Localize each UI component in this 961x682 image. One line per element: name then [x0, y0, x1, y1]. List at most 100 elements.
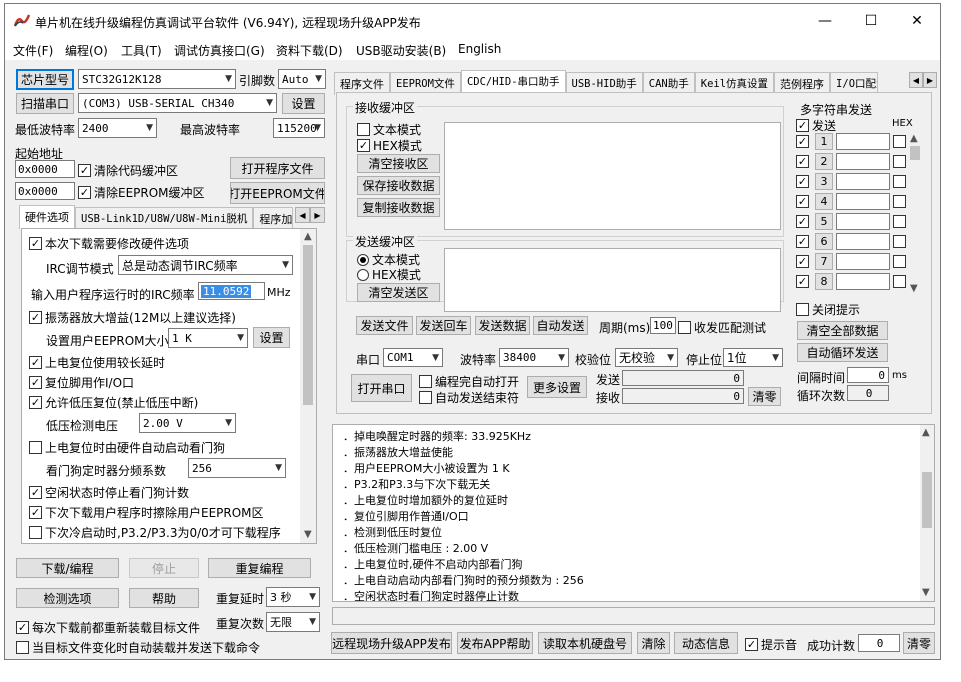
log-output-area[interactable]: ．掉电唤醒定时器的频率: 33.925KHz ．振荡器放大增益使能 ．用户EEPRO… [332, 424, 935, 602]
tab-hardware-options[interactable]: 硬件选项 [19, 205, 75, 229]
copy-rx-button[interactable]: 复制接收数据 [357, 198, 440, 217]
repeat-count-select[interactable]: 无限 ▼ [266, 612, 320, 632]
checkbox-checked-icon[interactable]: ✓ [796, 135, 809, 148]
multi-send-text-input[interactable] [836, 233, 890, 250]
eeprom-size-set-button[interactable]: 设置 [253, 327, 290, 348]
open-program-button[interactable]: 打开程序文件 [230, 157, 325, 179]
multi-send-index-button[interactable]: 6 [815, 233, 833, 250]
idle-stop-wdt-checkbox[interactable]: ✓ 空闲状态时停止看门狗计数 [29, 484, 189, 501]
menu-tools[interactable]: 工具(T) [121, 42, 162, 59]
pin-count-select[interactable]: Auto ▼ [278, 69, 326, 89]
scrollbar-thumb[interactable] [910, 146, 920, 160]
multi-send-index-button[interactable]: 5 [815, 213, 833, 230]
check-options-button[interactable]: 检测选项 [16, 588, 119, 608]
rx-hex-mode-checkbox[interactable]: ✓ HEX模式 [357, 137, 422, 154]
checkbox-checked-icon[interactable]: ✓ [796, 275, 809, 288]
multi-send-text-input[interactable] [836, 193, 890, 210]
clear-count-button[interactable]: 清零 [748, 387, 781, 406]
match-test-checkbox[interactable]: 收发匹配测试 [678, 319, 766, 336]
checkbox-checked-icon[interactable]: ✓ [796, 155, 809, 168]
multi-send-scrollbar[interactable]: ▲ ▼ [908, 131, 922, 296]
clear-eeprom-checkbox[interactable]: ✓ 清除EEPROM缓冲区 [78, 184, 205, 201]
auto-end-checkbox[interactable]: 自动发送结束符 [419, 389, 519, 406]
tab-scroll-right-icon[interactable]: ▶ [923, 72, 937, 88]
wdt-prescaler-select[interactable]: 256 ▼ [188, 458, 286, 478]
menu-english[interactable]: English [458, 42, 501, 56]
rx-data-area[interactable] [444, 122, 781, 230]
p32-p33-checkbox[interactable]: 下次冷启动时,P3.2/P3.3为0/0才可下载程序 [29, 524, 281, 541]
auto-send-button[interactable]: 自动发送 [533, 316, 588, 335]
open-eeprom-button[interactable]: 打开EEPROM文件 [230, 182, 325, 204]
read-disk-id-button[interactable]: 读取本机硬盘号 [538, 632, 632, 654]
port-settings-button[interactable]: 设置 [282, 93, 325, 114]
reset-pin-io-checkbox[interactable]: ✓ 复位脚用作I/O口 [29, 374, 134, 391]
checkbox-empty-icon[interactable] [893, 135, 906, 148]
beep-checkbox[interactable]: ✓ 提示音 [745, 636, 797, 653]
checkbox-checked-icon[interactable]: ✓ [796, 215, 809, 228]
eeprom-size-select[interactable]: 1 K ▼ [168, 328, 248, 348]
close-button[interactable]: ✕ [894, 4, 940, 38]
tab-scroll-left-icon[interactable]: ◀ [909, 72, 923, 88]
multi-send-text-input[interactable] [836, 213, 890, 230]
maximize-button[interactable]: ☐ [848, 4, 894, 38]
scroll-down-icon[interactable]: ▼ [304, 529, 312, 540]
multi-send-text-input[interactable] [836, 153, 890, 170]
interval-input[interactable]: 0 [847, 367, 889, 383]
checkbox-empty-icon[interactable] [893, 215, 906, 228]
multi-send-text-input[interactable] [836, 133, 890, 150]
minimize-button[interactable]: — [802, 4, 848, 38]
auto-load-checkbox[interactable]: 当目标文件变化时自动装载并发送下载命令 [16, 639, 260, 656]
publish-help-button[interactable]: 发布APP帮助 [457, 632, 533, 654]
irc-mode-select[interactable]: 总是动态调节IRC频率 ▼ [118, 255, 293, 275]
send-file-button[interactable]: 发送文件 [356, 316, 413, 335]
scan-port-button[interactable]: 扫描串口 [16, 93, 74, 114]
osc-gain-checkbox[interactable]: ✓ 振荡器放大增益(12M以上建议选择) [29, 309, 236, 326]
checkbox-empty-icon[interactable] [893, 155, 906, 168]
scroll-up-icon[interactable]: ▲ [922, 427, 930, 438]
checkbox-empty-icon[interactable] [893, 175, 906, 188]
send-all-checkbox[interactable]: ✓ 发送 [796, 117, 836, 134]
dynamic-info-button[interactable]: 动态信息 [674, 632, 738, 654]
multi-send-index-button[interactable]: 1 [815, 133, 833, 150]
checkbox-checked-icon[interactable]: ✓ [796, 195, 809, 208]
auto-open-checkbox[interactable]: 编程完自动打开 [419, 373, 519, 390]
hw-watchdog-checkbox[interactable]: 上电复位时由硬件自动启动看门狗 [29, 439, 225, 456]
checkbox-empty-icon[interactable] [893, 195, 906, 208]
repeat-delay-select[interactable]: 3 秒 ▼ [266, 587, 320, 607]
remote-upgrade-button[interactable]: 远程现场升级APP发布 [331, 632, 452, 654]
checkbox-empty-icon[interactable] [893, 275, 906, 288]
multi-send-index-button[interactable]: 7 [815, 253, 833, 270]
options-scrollbar[interactable]: ▲ ▼ [300, 229, 316, 543]
reset-success-button[interactable]: 清零 [903, 632, 935, 654]
scroll-down-icon[interactable]: ▼ [922, 587, 930, 598]
period-input[interactable]: 100 [650, 317, 676, 334]
scrollbar-thumb[interactable] [303, 245, 313, 405]
scrollbar-thumb[interactable] [922, 472, 932, 528]
eeprom-address-input[interactable]: 0x0000 [15, 182, 75, 200]
multi-send-text-input[interactable] [836, 253, 890, 270]
clear-all-button[interactable]: 清空全部数据 [797, 321, 888, 340]
menu-file[interactable]: 文件(F) [13, 42, 53, 59]
modify-hw-checkbox[interactable]: ✓ 本次下载需要修改硬件选项 [29, 235, 189, 252]
multi-send-index-button[interactable]: 4 [815, 193, 833, 210]
send-data-button[interactable]: 发送数据 [475, 316, 530, 335]
tx-hex-mode-radio[interactable]: HEX模式 [357, 266, 421, 283]
scroll-up-icon[interactable]: ▲ [910, 133, 918, 144]
reload-target-checkbox[interactable]: ✓ 每次下载前都重新装载目标文件 [16, 619, 200, 636]
multi-send-index-button[interactable]: 3 [815, 173, 833, 190]
repeat-program-button[interactable]: 重复编程 [208, 558, 311, 578]
max-baud-select[interactable]: 115200 ▼ [273, 118, 325, 138]
clear-rx-button[interactable]: 清空接收区 [357, 154, 440, 173]
clear-tx-button[interactable]: 清空发送区 [357, 283, 440, 302]
save-rx-button[interactable]: 保存接收数据 [357, 176, 440, 195]
tab-scroll-left-icon[interactable]: ◀ [295, 207, 310, 223]
irc-freq-input[interactable]: 11.0592 [198, 282, 265, 300]
multi-send-index-button[interactable]: 2 [815, 153, 833, 170]
stop-bits-select[interactable]: 1位 ▼ [723, 348, 783, 367]
checkbox-checked-icon[interactable]: ✓ [796, 235, 809, 248]
baud-rate-select[interactable]: 38400 ▼ [499, 348, 569, 367]
help-button[interactable]: 帮助 [129, 588, 199, 608]
more-settings-button[interactable]: 更多设置 [527, 376, 587, 398]
tx-data-area[interactable] [444, 248, 781, 312]
chip-model-select[interactable]: STC32G12K128 ▼ [78, 69, 236, 89]
